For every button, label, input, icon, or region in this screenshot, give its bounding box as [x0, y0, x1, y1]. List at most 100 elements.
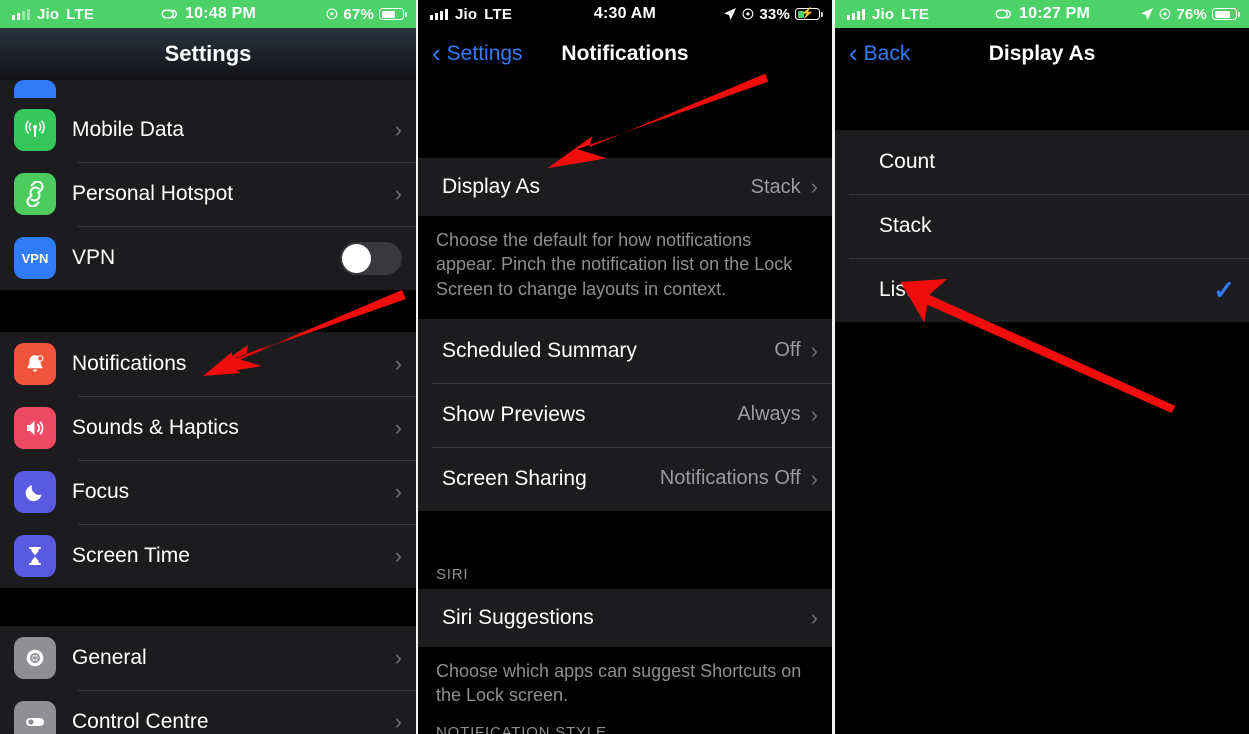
row-value: Off [774, 339, 801, 362]
link-icon [161, 8, 178, 19]
battery-percent: 33% [759, 5, 790, 23]
siri-group: Siri Suggestions › [418, 588, 832, 647]
wifi-icon [14, 80, 56, 98]
chevron-right-icon: › [394, 415, 402, 440]
back-button[interactable]: ‹ Back [845, 40, 911, 66]
chevron-left-icon: ‹ [432, 38, 441, 68]
row-value: Stack [750, 175, 801, 198]
row-label: Scheduled Summary [442, 338, 637, 362]
settings-row-control-centre[interactable]: Control Centre › [0, 690, 416, 734]
alarm-icon: ☉ [325, 6, 339, 22]
network-type: LTE [901, 5, 930, 23]
option-row-list[interactable]: List ✓ [835, 258, 1249, 322]
network-type: LTE [66, 5, 95, 23]
row-siri-suggestions[interactable]: Siri Suggestions › [418, 588, 832, 647]
settings-row-vpn[interactable]: VPN VPN [0, 226, 416, 290]
screen-settings: Jio LTE 10:48 PM ☉ 67% Settings Mobile D… [0, 0, 416, 734]
chevron-right-icon: › [394, 479, 402, 504]
mobile-data-icon [14, 109, 56, 151]
row-label: VPN [72, 246, 116, 269]
option-label: Count [879, 150, 936, 173]
row-label: Sounds & Haptics [72, 416, 239, 439]
chevron-right-icon: › [394, 117, 402, 142]
signal-bars-icon [12, 8, 30, 20]
status-time: 4:30 AM [593, 5, 657, 22]
screen-display-as: Jio LTE 10:27 PM ☉ 76% ‹ Back Display As… [832, 0, 1249, 734]
top-spacer [418, 80, 832, 158]
alarm-icon: ☉ [741, 6, 755, 22]
status-bar-right: ☉ 33% ⚡ [723, 5, 823, 23]
sounds-haptics-icon [14, 407, 56, 449]
row-label: Siri Suggestions [442, 605, 594, 629]
screen-time-icon [14, 535, 56, 577]
nav-bar: ‹ Back Display As [835, 28, 1249, 80]
chevron-right-icon: › [810, 337, 818, 363]
chevron-right-icon: › [394, 351, 402, 376]
back-button[interactable]: ‹ Settings [428, 38, 523, 68]
row-label: Notifications [72, 352, 187, 375]
status-time: 10:48 PM [185, 5, 256, 22]
screen-notifications: Jio LTE 4:30 AM ☉ 33% ⚡ ‹ Settings Notif… [416, 0, 832, 734]
settings-row-focus[interactable]: Focus › [0, 460, 416, 524]
chevron-right-icon: › [394, 543, 402, 568]
battery-percent: 67% [343, 5, 374, 23]
settings-row-notifications[interactable]: Notifications › [0, 332, 416, 396]
status-bar-left: Jio LTE [12, 6, 94, 23]
row-label: Screen Time [72, 544, 190, 567]
row-display-as[interactable]: Display As Stack › [418, 158, 832, 216]
signal-bars-icon [430, 8, 448, 20]
settings-group-connectivity: Mobile Data › Personal Hotspot › VPN VPN [0, 80, 416, 290]
siri-section-header: SIRI [418, 558, 832, 589]
row-label: Show Previews [442, 402, 586, 426]
settings-row-personal-hotspot[interactable]: Personal Hotspot › [0, 162, 416, 226]
battery-charging-icon: ⚡ [795, 8, 823, 20]
row-value: Always [737, 403, 801, 426]
chevron-right-icon: › [394, 709, 402, 734]
vpn-toggle[interactable] [340, 241, 402, 275]
notification-settings-group: Scheduled Summary Off › Show Previews Al… [418, 318, 832, 511]
vpn-icon: VPN [14, 237, 56, 279]
carrier-name: Jio [37, 5, 60, 23]
chevron-right-icon: › [394, 181, 402, 206]
notifications-icon [14, 343, 56, 385]
status-bar: Jio LTE 10:48 PM ☉ 67% [0, 0, 416, 28]
checkmark-icon: ✓ [1213, 275, 1235, 305]
partial-row-wifi[interactable] [0, 80, 416, 98]
general-gear-icon [14, 637, 56, 679]
settings-group-system: General › Control Centre › [0, 626, 416, 734]
row-screen-sharing[interactable]: Screen Sharing Notifications Off › [418, 446, 832, 511]
carrier-name: Jio [872, 5, 895, 23]
three-screenshot-strip: Jio LTE 10:48 PM ☉ 67% Settings Mobile D… [0, 0, 1249, 734]
option-row-stack[interactable]: Stack [835, 194, 1249, 258]
back-button-label: Back [863, 42, 911, 65]
status-time: 10:27 PM [1019, 5, 1090, 22]
battery-percent: 76% [1176, 5, 1207, 23]
option-row-count[interactable]: Count [835, 130, 1249, 194]
location-arrow-icon [723, 8, 736, 20]
settings-row-sounds-haptics[interactable]: Sounds & Haptics › [0, 396, 416, 460]
option-label: List [879, 278, 912, 301]
row-show-previews[interactable]: Show Previews Always › [418, 382, 832, 447]
settings-row-mobile-data[interactable]: Mobile Data › [0, 98, 416, 162]
chevron-right-icon: › [810, 174, 818, 199]
group-spacer [0, 290, 416, 332]
status-bar-right: ☉ 67% [325, 5, 407, 23]
empty-area [835, 322, 1249, 734]
chevron-right-icon: › [810, 465, 818, 491]
settings-group-notifications: Notifications › Sounds & Haptics › Focus… [0, 332, 416, 588]
status-bar: Jio LTE 4:30 AM ☉ 33% ⚡ [418, 0, 832, 28]
display-as-options-group: Count Stack List ✓ [835, 130, 1249, 322]
siri-footnote: Choose which apps can suggest Shortcuts … [418, 646, 832, 718]
settings-row-general[interactable]: General › [0, 626, 416, 690]
nav-bar: Settings [0, 28, 416, 80]
chevron-right-icon: › [394, 645, 402, 670]
settings-row-screen-time[interactable]: Screen Time › [0, 524, 416, 588]
row-label: Control Centre [72, 710, 209, 733]
row-scheduled-summary[interactable]: Scheduled Summary Off › [418, 318, 832, 383]
row-label: Screen Sharing [442, 466, 587, 490]
display-as-group: Display As Stack › [418, 158, 832, 216]
status-bar-left: Jio LTE [430, 6, 512, 23]
signal-bars-icon [847, 8, 865, 20]
back-button-label: Settings [446, 42, 523, 65]
row-value: Notifications Off [659, 467, 801, 490]
